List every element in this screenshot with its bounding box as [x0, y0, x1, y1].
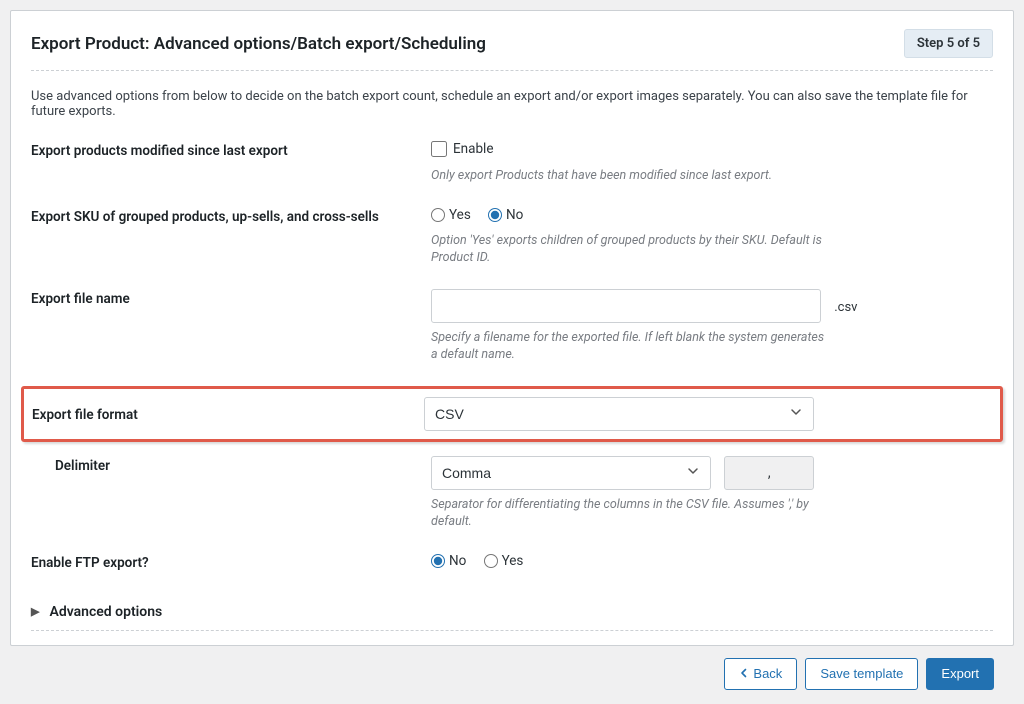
chevron-left-icon [739, 666, 749, 681]
ftp-radios: No Yes [431, 553, 993, 572]
back-button[interactable]: Back [724, 658, 797, 690]
panel-header: Export Product: Advanced options/Batch e… [31, 29, 993, 71]
hint-delimiter: Separator for differentiating the column… [431, 496, 831, 531]
advanced-options-toggle[interactable]: ▶ Advanced options [31, 594, 993, 631]
save-template-button[interactable]: Save template [805, 658, 918, 690]
enable-modified-checkbox-wrap[interactable]: Enable [431, 141, 494, 157]
file-ext: .csv [834, 300, 857, 315]
page-title: Export Product: Advanced options/Batch e… [31, 34, 486, 54]
export-button[interactable]: Export [926, 658, 994, 690]
ftp-no-radio[interactable] [431, 554, 445, 568]
back-label: Back [753, 666, 782, 681]
label-delimiter: Delimiter [31, 456, 431, 474]
file-format-select[interactable]: CSV [424, 397, 814, 431]
enable-modified-checkbox[interactable] [431, 141, 447, 157]
grouped-sku-yes-wrap[interactable]: Yes [431, 207, 471, 223]
grouped-sku-radios: Yes No [431, 207, 993, 226]
ftp-no-label: No [449, 553, 466, 569]
intro-text: Use advanced options from below to decid… [31, 89, 993, 119]
row-ftp: Enable FTP export? No Yes [31, 553, 993, 572]
row-delimiter: Delimiter Comma , Separator for differen… [31, 456, 993, 531]
hint-file-name: Specify a filename for the exported file… [431, 329, 831, 364]
hint-grouped-sku: Option 'Yes' exports children of grouped… [431, 232, 831, 267]
grouped-sku-yes-radio[interactable] [431, 208, 445, 222]
label-file-format: Export file format [32, 405, 424, 423]
label-export-modified: Export products modified since last expo… [31, 141, 431, 159]
ftp-yes-radio[interactable] [484, 554, 498, 568]
triangle-right-icon: ▶ [31, 605, 39, 618]
file-name-input[interactable] [431, 289, 821, 323]
label-grouped-sku: Export SKU of grouped products, up-sells… [31, 207, 431, 225]
delimiter-char: , [724, 456, 814, 490]
label-file-name: Export file name [31, 289, 431, 307]
ftp-yes-label: Yes [502, 553, 524, 569]
label-ftp: Enable FTP export? [31, 553, 431, 571]
row-export-modified: Export products modified since last expo… [31, 141, 993, 185]
grouped-sku-yes-label: Yes [449, 207, 471, 223]
ftp-no-wrap[interactable]: No [431, 553, 466, 569]
ftp-yes-wrap[interactable]: Yes [484, 553, 524, 569]
footer-actions: Back Save template Export [10, 646, 1014, 694]
row-grouped-sku: Export SKU of grouped products, up-sells… [31, 207, 993, 267]
step-indicator: Step 5 of 5 [904, 29, 993, 58]
delimiter-select[interactable]: Comma [431, 456, 711, 490]
enable-modified-label: Enable [453, 141, 494, 157]
grouped-sku-no-wrap[interactable]: No [488, 207, 523, 223]
row-file-name: Export file name .csv Specify a filename… [31, 289, 993, 364]
grouped-sku-no-label: No [506, 207, 523, 223]
main-panel: Export Product: Advanced options/Batch e… [10, 10, 1014, 646]
row-file-format: Export file format CSV [32, 397, 992, 431]
advanced-options-label: Advanced options [49, 604, 162, 620]
highlight-file-format: Export file format CSV [21, 386, 1003, 442]
hint-modified: Only export Products that have been modi… [431, 167, 831, 185]
grouped-sku-no-radio[interactable] [488, 208, 502, 222]
